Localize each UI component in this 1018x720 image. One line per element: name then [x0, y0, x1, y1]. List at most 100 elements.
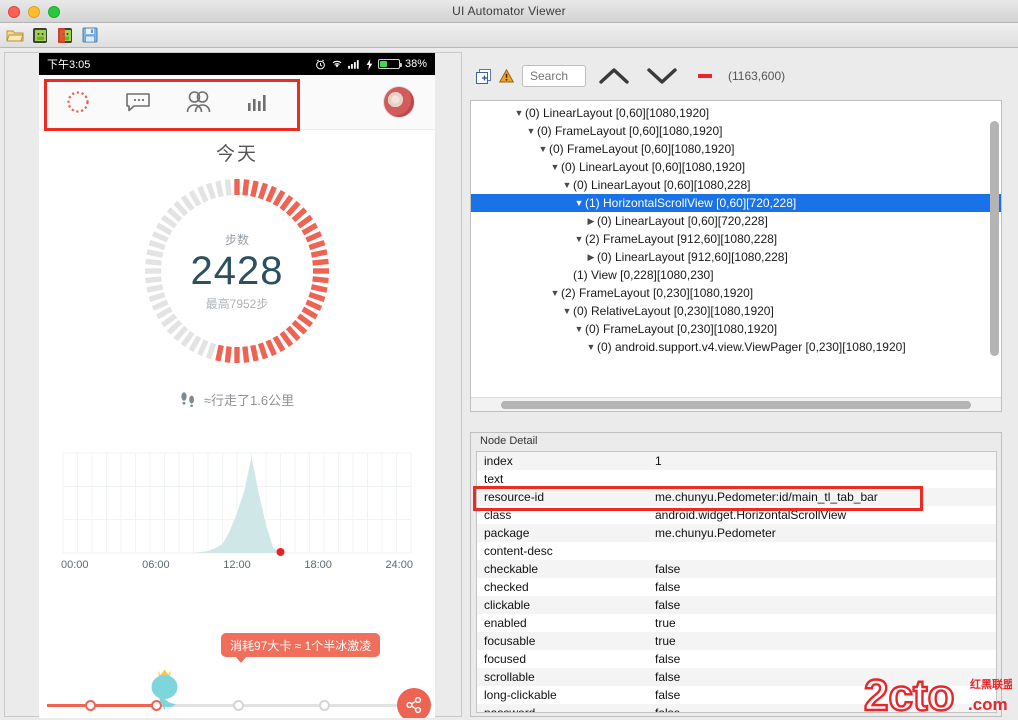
signal-icon	[348, 60, 359, 69]
detail-row: focusable true	[477, 632, 996, 650]
detail-key: enabled	[484, 616, 527, 630]
tab-friends[interactable]	[181, 85, 215, 119]
tree-horizontal-scrollbar[interactable]	[501, 401, 971, 409]
minimize-button[interactable]	[28, 5, 40, 18]
chart-tick-4: 24:00	[385, 559, 413, 571]
avatar[interactable]	[383, 86, 415, 118]
window-controls	[8, 0, 60, 23]
detail-key: clickable	[484, 598, 531, 612]
tree-node-label: (2) FrameLayout [912,60][1080,228]	[585, 232, 778, 246]
chevron-down-icon[interactable]: ▼	[561, 306, 573, 316]
chevron-down-icon[interactable]	[642, 61, 682, 91]
tree-node[interactable]: ▼(1) View [0,228][1080,230]	[471, 266, 1001, 284]
tree-node[interactable]: ▼ (0) LinearLayout [0,60][1080,228]	[471, 176, 1001, 194]
detail-key: index	[484, 454, 513, 468]
chevron-down-icon[interactable]: ▼	[573, 198, 585, 208]
app-tab-bar	[39, 75, 435, 130]
detail-key: focused	[484, 652, 527, 666]
open-file-icon[interactable]	[4, 25, 26, 45]
tree-vertical-scrollbar[interactable]	[990, 121, 999, 356]
today-title: 今天	[215, 144, 258, 165]
lollipop-icon[interactable]	[77, 713, 105, 718]
detail-value: false	[655, 652, 681, 666]
content-area: 下午3:05 38% 今天 步数 2428 最高7952步 ≈行走了1.6公里 …	[0, 49, 1018, 720]
device-screenshot[interactable]: 下午3:05 38% 今天 步数 2428 最高7952步 ≈行走了1.6公里 …	[39, 53, 435, 718]
tree-node[interactable]: ▼ (2) FrameLayout [0,230][1080,1920]	[471, 284, 1001, 302]
tree-node[interactable]: ▶ (0) LinearLayout [0,60][720,228]	[471, 212, 1001, 230]
detail-row: text	[477, 470, 996, 488]
step-max-label: 最高7952步	[205, 296, 269, 311]
tree-node-label: (1) View [0,228][1080,230]	[573, 268, 714, 282]
current-time-marker	[276, 548, 285, 556]
tab-record[interactable]	[61, 85, 95, 119]
milestone-node-3[interactable]	[233, 700, 244, 711]
detail-key: resource-id	[484, 490, 545, 504]
chevron-down-icon[interactable]: ▼	[549, 288, 561, 298]
app-window: UI Automator Viewer 下午3:05 38% 今天 步数 242…	[0, 0, 1018, 720]
watermark: 2cto .com 红黑联盟	[864, 670, 1012, 716]
inspector-panel: (1163,600) ▼(0) LinearLayout [0,60][1080…	[466, 52, 1014, 717]
warning-icon[interactable]	[499, 69, 514, 83]
tree-node-label: (0) RelativeLayout [0,230][1080,1920]	[573, 304, 774, 318]
share-icon	[406, 696, 422, 714]
tab-messages[interactable]	[121, 85, 155, 119]
drink-icon[interactable]	[225, 713, 253, 718]
tree-node[interactable]: ▼ (0) FrameLayout [0,230][1080,1920]	[471, 320, 1001, 338]
tree-node[interactable]: ▼ (0) FrameLayout [0,60][1080,1920]	[471, 122, 1001, 140]
milestone-node-1[interactable]	[85, 700, 96, 711]
milestone-track-fill	[47, 704, 155, 707]
chevron-down-icon[interactable]: ▼	[549, 162, 561, 172]
chevron-down-icon[interactable]: ▼	[573, 234, 585, 244]
expand-all-icon[interactable]	[476, 68, 491, 84]
zoom-button[interactable]	[48, 5, 60, 18]
status-time: 下午3:05	[47, 59, 91, 71]
detail-key: long-clickable	[484, 688, 557, 702]
close-button[interactable]	[8, 5, 20, 18]
tree-horizontal-scrollbar-track[interactable]	[471, 397, 1001, 411]
burger-icon[interactable]	[311, 713, 339, 718]
tree-node-label: (0) LinearLayout [0,60][1080,228]	[573, 178, 751, 192]
tree-node[interactable]: ▼ (0) RelativeLayout [0,230][1080,1920]	[471, 302, 1001, 320]
search-input[interactable]	[522, 65, 586, 87]
detail-row: content-desc	[477, 542, 996, 560]
detail-row: resource-id me.chunyu.Pedometer:id/main_t…	[477, 488, 996, 506]
milestone-node-4[interactable]	[319, 700, 330, 711]
chevron-down-icon[interactable]: ▼	[585, 342, 597, 352]
tree-node[interactable]: ▼ (0) LinearLayout [0,60][1080,1920]	[471, 104, 1001, 122]
save-icon[interactable]	[79, 25, 101, 45]
milestone-track	[47, 669, 431, 718]
chevron-right-icon[interactable]: ▶	[585, 252, 597, 263]
chevron-down-icon[interactable]: ▼	[573, 324, 585, 334]
tree-node-label: (0) android.support.v4.view.ViewPager [0…	[597, 340, 906, 354]
tree-node[interactable]: ▼ (2) FrameLayout [912,60][1080,228]	[471, 230, 1001, 248]
tree-node[interactable]: ▼ (0) FrameLayout [0,60][1080,1920]	[471, 140, 1001, 158]
distance-text: ≈行走了1.6公里	[203, 393, 295, 408]
activity-chart-svg	[62, 452, 412, 556]
tree-node-selected[interactable]: ▼ (1) HorizontalScrollView [0,60][720,228…	[471, 194, 1001, 212]
tree-node[interactable]: ▼ (0) android.support.v4.view.ViewPager […	[471, 338, 1001, 356]
device-screenshot-icon[interactable]	[29, 25, 51, 45]
chevron-down-icon[interactable]: ▼	[513, 108, 525, 118]
inspector-toolbar: (1163,600)	[466, 52, 1014, 100]
chevron-down-icon[interactable]: ▼	[525, 126, 537, 136]
detail-key: content-desc	[484, 544, 553, 558]
detail-value: me.chunyu.Pedometer	[655, 526, 776, 540]
chart-tick-3: 18:00	[304, 559, 332, 571]
chevron-down-icon[interactable]: ▼	[561, 180, 573, 190]
chevron-right-icon[interactable]: ▶	[585, 216, 597, 227]
detail-key: scrollable	[484, 670, 535, 684]
chevron-down-icon[interactable]: ▼	[537, 144, 549, 154]
tree-node[interactable]: ▶ (0) LinearLayout [912,60][1080,228]	[471, 248, 1001, 266]
screenshot-panel: 下午3:05 38% 今天 步数 2428 最高7952步 ≈行走了1.6公里 …	[4, 52, 462, 718]
device-screenshot-compressed-icon[interactable]	[54, 25, 76, 45]
share-button[interactable]	[397, 688, 431, 718]
watermark-cn: 红黑联盟	[970, 677, 1012, 691]
detail-key: password	[484, 706, 536, 713]
tab-stats[interactable]	[241, 85, 275, 119]
tree-node-label: (0) FrameLayout [0,60][1080,1920]	[537, 124, 723, 138]
node-tree[interactable]: ▼ (0) LinearLayout [0,60][1080,1920] ▼ (0) …	[470, 100, 1002, 412]
charging-icon	[366, 58, 373, 70]
detail-key: text	[484, 472, 504, 486]
tree-node[interactable]: ▼ (0) LinearLayout [0,60][1080,1920]	[471, 158, 1001, 176]
chevron-up-icon[interactable]	[594, 61, 634, 91]
